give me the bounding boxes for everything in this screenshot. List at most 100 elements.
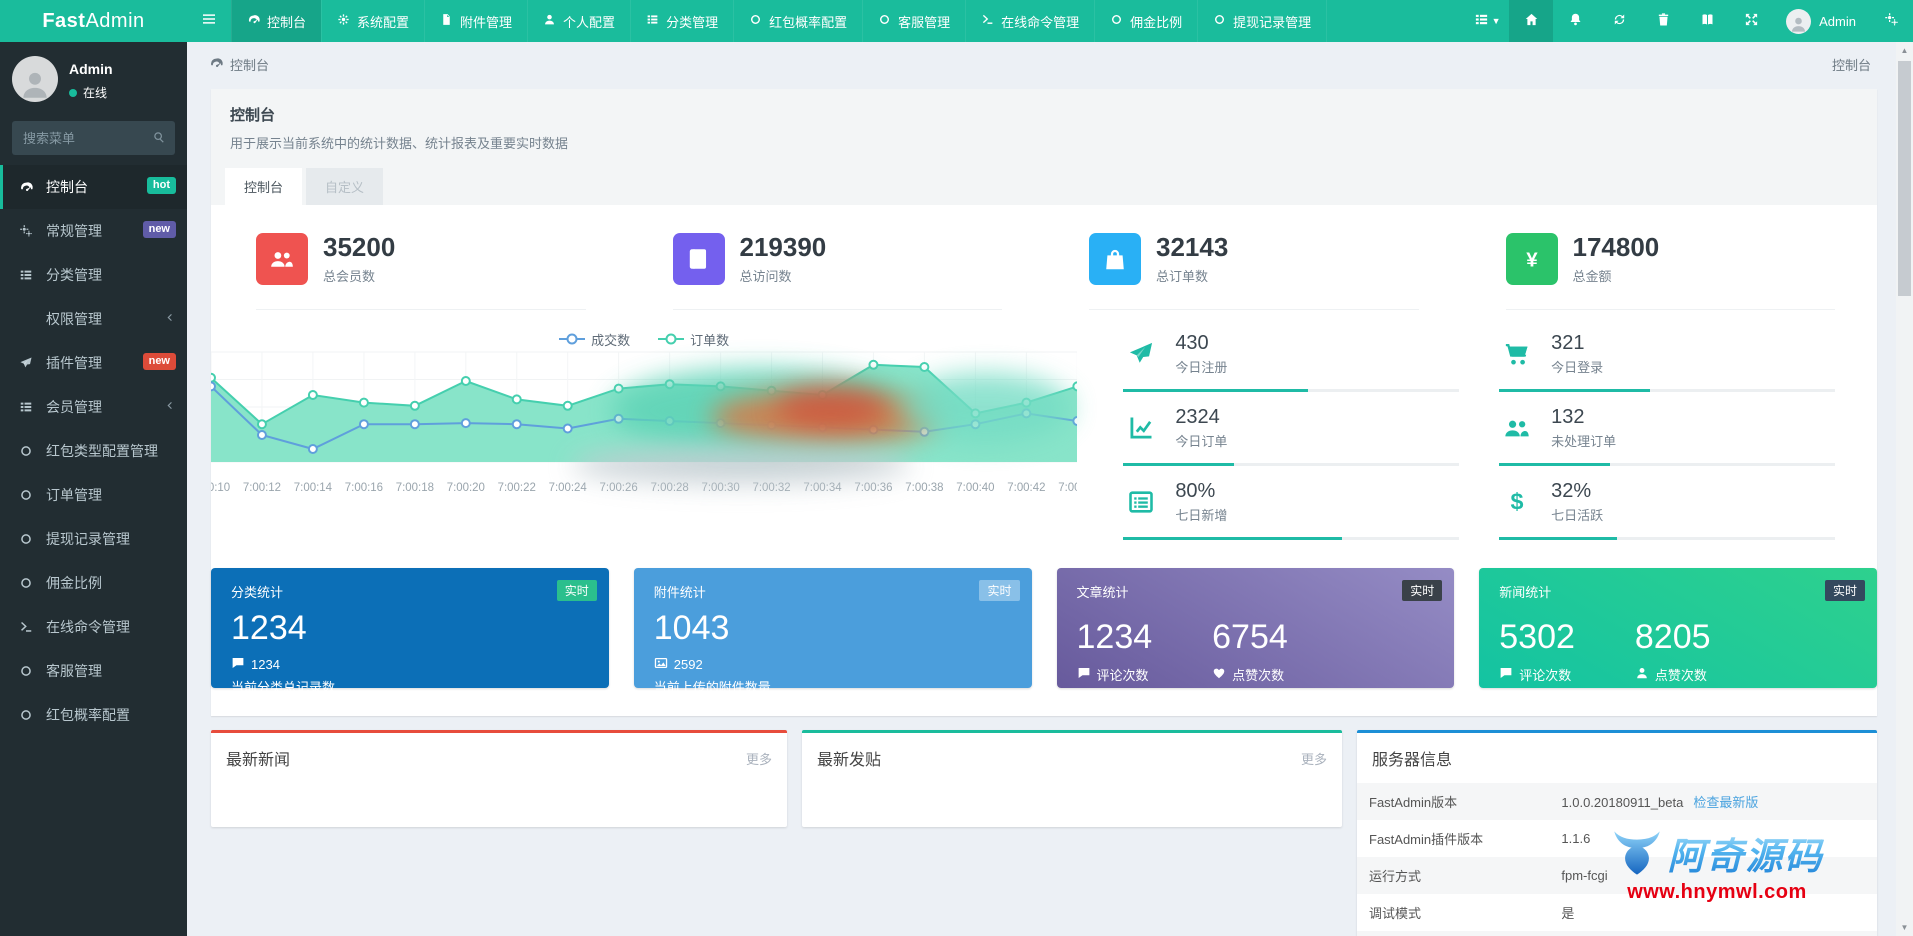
breadcrumb-left[interactable]: 控制台 [209,55,269,74]
rocket-icon [1123,340,1159,368]
top-menu: 控制台 系统配置 附件管理 个人配置 分类管理 红包概率配置 客服管理 在线命令… [231,0,1328,42]
sidebar-toggle-button[interactable] [187,0,231,42]
infobox-metric-label: 点赞次数 [1212,665,1288,684]
infobox-1[interactable]: 附件统计 实时 1043 2592 当前上传的附件数量 [633,568,1032,695]
top-menu-item-1[interactable]: 系统配置 [321,0,424,42]
stat-value: 219390 [739,232,827,263]
mini-stat-3: 132 未处理订单 [1499,406,1835,466]
online-dot-icon [69,88,77,97]
scroll-up-button[interactable]: ▲ [1896,42,1913,59]
sidebar-item-label: 插件管理 [46,355,102,371]
top-menu-label: 佣金比例 [1130,14,1183,30]
infobox-metric: 5302 评论次数 [1499,610,1575,684]
progress-bar [1123,463,1460,466]
infobox-description: 当前分类总记录数 [231,680,336,696]
top-menu-label: 控制台 [267,14,307,30]
realtime-badge: 实时 [979,580,1020,601]
th-list-icon [16,400,36,414]
dashboard-panel: 控制台 用于展示当前系统中的统计数据、统计报表及重要实时数据 控制台 自定义 35… [211,89,1877,716]
top-menu-item-5[interactable]: 红包概率配置 [733,0,862,42]
top-menu-item-4[interactable]: 分类管理 [630,0,733,42]
search-icon[interactable] [152,130,166,147]
user-menu[interactable]: Admin [1773,0,1869,42]
badge-new: new [142,221,176,239]
svg-text:7:00:42: 7:00:42 [1007,482,1045,494]
check-latest-link[interactable]: 检查最新版 [1693,795,1758,810]
svg-text:7:00:22: 7:00:22 [498,482,536,494]
tab-1[interactable]: 自定义 [306,168,384,205]
top-menu-item-9[interactable]: 提现记录管理 [1197,0,1328,42]
app-logo[interactable]: Fast Admin [0,0,187,42]
server-info-value: 1.1.6 [1561,831,1591,846]
tab-0[interactable]: 控制台 [225,168,303,205]
infobox-2[interactable]: 文章统计 实时 1234 评论次数 6754 点赞次数 [1056,568,1455,688]
top-menu-item-2[interactable]: 附件管理 [424,0,527,42]
settings-button[interactable] [1869,0,1913,42]
infobox-0[interactable]: 分类统计 实时 1234 1234 当前分类总记录数 [211,568,609,695]
legend-item[interactable]: 成交数 [559,330,630,349]
trash-icon [1656,12,1671,31]
server-info-row-2: 运行方式 fpm-fcgi [1357,857,1877,894]
legend-item[interactable]: 订单数 [658,330,729,349]
svg-text:$: $ [1511,489,1524,515]
svg-text:7:00:30: 7:00:30 [702,482,740,494]
sidebar-item-7[interactable]: 订单管理 [0,473,187,517]
sidebar-item-10[interactable]: 在线命令管理 [0,605,187,649]
home-button[interactable] [1509,0,1554,42]
top-menu-item-0[interactable]: 控制台 [231,0,322,42]
more-link[interactable]: 更多 [746,749,772,768]
legend-label: 成交数 [591,332,631,348]
avatar[interactable] [12,56,58,102]
sidebar-item-11[interactable]: 客服管理 [0,649,187,693]
sidebar-item-5[interactable]: 会员管理 [0,385,187,429]
dashboard-icon [209,56,223,73]
sidebar-item-label: 权限管理 [46,311,102,327]
sidebar-item-1[interactable]: 常规管理 new [0,209,187,253]
top-menu-item-3[interactable]: 个人配置 [527,0,630,42]
card-header: 最新发贴 更多 [802,733,1342,783]
mini-stat-value: 132 [1551,406,1585,428]
comment-icon [231,656,245,673]
th-list-icon [646,13,659,29]
sidebar-item-3[interactable]: 权限管理 [0,297,187,341]
mini-stat-label: 未处理订单 [1551,434,1617,449]
top-menu-item-8[interactable]: 佣金比例 [1094,0,1197,42]
quick-menu-button[interactable]: ▼ [1465,0,1509,42]
user-icon [1635,666,1649,683]
navbar-actions: ▼ Admin [1465,0,1913,42]
top-menu-item-6[interactable]: 客服管理 [862,0,965,42]
server-info-row-4: 环境信息 nginx/1.18.0 [1357,931,1877,936]
sidebar-item-12[interactable]: 红包概率配置 [0,693,187,737]
svg-text:7:00:20: 7:00:20 [447,482,485,494]
scroll-down-button[interactable]: ▼ [1896,919,1913,936]
mini-stat-2: 2324 今日订单 [1123,406,1460,466]
notifications-button[interactable] [1553,0,1597,42]
page-scrollbar[interactable]: ▲ ▼ [1896,42,1913,936]
sidebar-item-6[interactable]: 红包类型配置管理 [0,429,187,473]
refresh-button[interactable] [1597,0,1641,42]
mini-stat-4: 80% 七日新增 [1123,480,1460,540]
stat-label: 总访问数 [739,268,792,284]
more-link[interactable]: 更多 [1301,749,1327,768]
clear-cache-button[interactable] [1641,0,1685,42]
sidebar-item-9[interactable]: 佣金比例 [0,561,187,605]
latest-news-card: 最新新闻 更多 [211,730,787,827]
sidebar-item-4[interactable]: 插件管理 new [0,341,187,385]
sidebar-item-8[interactable]: 提现记录管理 [0,517,187,561]
card-title: 最新新闻 [226,752,291,769]
sidebar-item-2[interactable]: 分类管理 [0,253,187,297]
infobox-3[interactable]: 新闻统计 实时 5302 评论次数 8205 点赞次数 [1479,568,1877,688]
progress-bar [1123,389,1460,392]
chart-canvas[interactable]: 7:00:10 7:00:12 7:00:14 7:00:16 7:00:18 7:00:… [211,350,1078,500]
top-menu-item-7[interactable]: 在线命令管理 [965,0,1094,42]
server-info-value: 是 [1561,906,1575,921]
docs-button[interactable] [1685,0,1729,42]
fullscreen-button[interactable] [1729,0,1773,42]
sidebar-item-label: 在线命令管理 [46,619,130,635]
search-input[interactable] [12,121,175,155]
sidebar-item-0[interactable]: 控制台 hot [0,165,187,209]
hamburger-icon [201,11,217,31]
scrollbar-thumb[interactable] [1898,61,1911,296]
chevron-left-icon [163,311,176,327]
server-info-value: nginx/1.18.0 [1549,931,1877,936]
